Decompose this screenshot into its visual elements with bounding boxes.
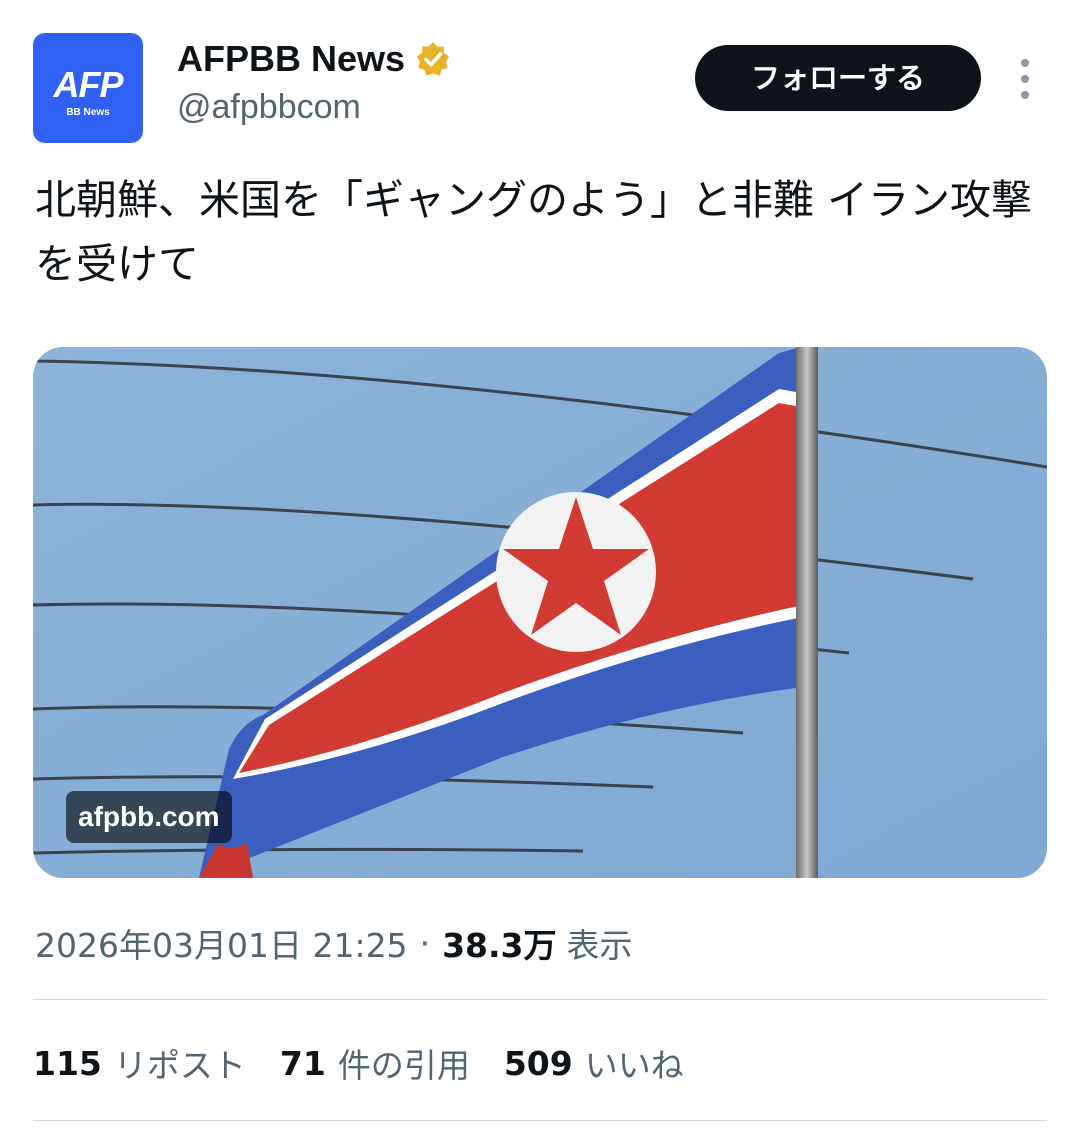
quotes-count: 71 — [279, 1043, 326, 1083]
tweet-timestamp[interactable]: 2026年03月01日 21:25 — [35, 919, 408, 967]
author-display-name[interactable]: AFPBB News — [177, 37, 405, 81]
reposts-count: 115 — [33, 1043, 102, 1083]
likes-count: 509 — [503, 1043, 573, 1083]
more-dot — [1021, 75, 1029, 83]
verified-badge-icon — [417, 42, 450, 76]
tweet-meta: 2026年03月01日 21:25 · 38.3万 表示 — [35, 918, 632, 968]
more-dot — [1021, 59, 1029, 67]
more-dot — [1021, 91, 1029, 99]
likes-label: いいね — [584, 1046, 684, 1085]
author-avatar[interactable]: AFP BB News — [33, 33, 143, 143]
avatar-logo-text: AFP — [53, 64, 124, 105]
divider — [33, 1120, 1047, 1121]
avatar-logo-subtext: BB News — [66, 107, 110, 118]
reposts-label: リポスト — [113, 1046, 246, 1085]
views-count: 38.3万 — [442, 926, 557, 965]
engagement-stats: 115 リポスト 71 件の引用 509 いいね — [33, 1038, 718, 1088]
quotes-stat[interactable]: 71 件の引用 — [280, 1039, 470, 1087]
tweet-text: 北朝鮮、米国を「ギャングのよう」と非難 イラン攻撃を受けて — [35, 176, 1033, 288]
views-label: 表示 — [566, 926, 633, 965]
more-options-icon[interactable] — [1009, 57, 1041, 101]
author-handle[interactable]: @afpbbcom — [177, 87, 361, 127]
link-domain-badge: afpbb.com — [66, 791, 232, 843]
quotes-label: 件の引用 — [337, 1046, 470, 1085]
follow-button[interactable]: フォローする — [695, 45, 981, 111]
meta-separator: · — [419, 923, 431, 963]
tweet-header: AFP BB News AFPBB News @afpbbcom フォローする — [33, 33, 1047, 143]
flagpole — [796, 347, 818, 878]
reposts-stat[interactable]: 115 リポスト — [33, 1039, 246, 1087]
author-name-row: AFPBB News — [177, 37, 451, 81]
divider — [33, 999, 1047, 1000]
likes-stat[interactable]: 509 いいね — [504, 1039, 684, 1087]
link-preview-card[interactable]: afpbb.com — [33, 347, 1047, 878]
